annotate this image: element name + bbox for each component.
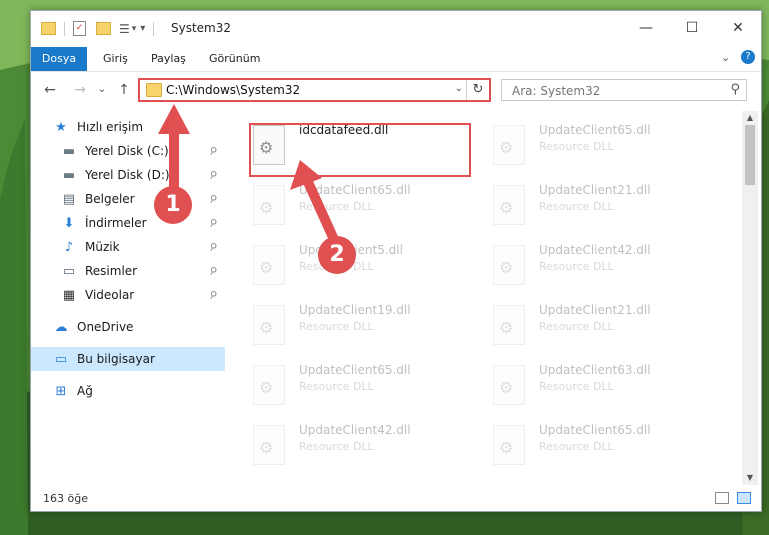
arrow-2 — [290, 160, 341, 247]
callout-step-1: 1 — [154, 186, 192, 224]
callout-step-2: 2 — [318, 236, 356, 274]
annotation-overlay — [158, 104, 341, 247]
